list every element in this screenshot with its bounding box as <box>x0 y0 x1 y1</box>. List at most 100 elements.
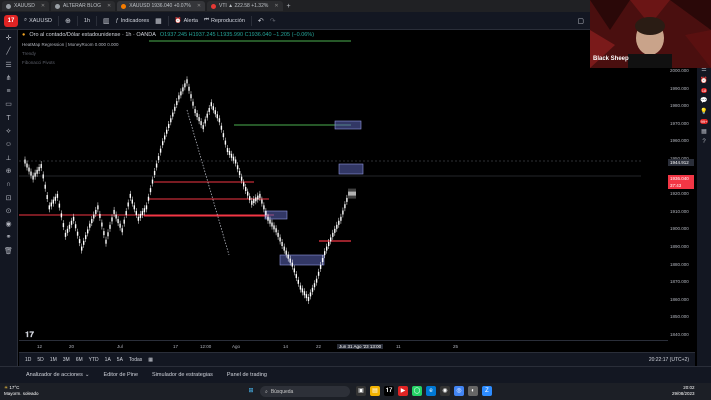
trash-icon[interactable]: 🗑 <box>4 247 13 257</box>
lock-drawings-icon[interactable]: ⊙ <box>6 207 12 217</box>
undo-icon[interactable]: ↶ <box>258 17 264 25</box>
candle-body <box>107 232 109 237</box>
y-tick: 1960.000 <box>670 138 689 144</box>
horizontal-lines-icon[interactable]: ☰ <box>5 61 11 71</box>
close-icon[interactable]: ✕ <box>41 3 45 9</box>
layout-icon[interactable]: ▢ <box>577 17 584 25</box>
ruler-icon[interactable]: ⟂ <box>6 154 11 164</box>
weather-widget[interactable]: ☀ 17°C Mayorm. soleado <box>4 385 39 397</box>
help-icon[interactable]: ? <box>702 139 705 145</box>
notification-badge[interactable]: 18 <box>700 88 708 93</box>
range-5a[interactable]: 5A <box>117 357 123 363</box>
right-sidebar: ☰ ⏰ 18 💬 💡 99+ ▦ ? <box>697 62 711 366</box>
tab-pine-editor[interactable]: Editor de Pine <box>103 372 138 378</box>
candles-icon[interactable]: ▥ <box>103 17 110 25</box>
interval-button[interactable]: 1h <box>84 18 90 24</box>
task-view-icon[interactable]: ▣ <box>356 386 366 396</box>
templates-icon[interactable]: ▦ <box>155 17 162 25</box>
redo-icon[interactable]: ↷ <box>270 17 276 25</box>
fib-icon[interactable]: ≡ <box>6 87 10 97</box>
candle-body <box>162 141 164 146</box>
edge-icon[interactable]: e <box>426 386 436 396</box>
symbol-search-button[interactable]: ⌕ XAUUSD <box>24 17 52 24</box>
range-6m[interactable]: 6M <box>76 357 83 363</box>
divider <box>96 15 98 26</box>
indicator-trendy[interactable]: Trendy <box>22 51 36 56</box>
range-all[interactable]: Todas <box>129 357 142 363</box>
tab-trading-panel[interactable]: Panel de trading <box>227 372 267 378</box>
tab-strategy-tester[interactable]: Simulador de estrategias <box>152 372 213 378</box>
browser-tab-1[interactable]: XAUUSD ✕ <box>2 1 50 11</box>
alerts-icon[interactable]: ⏰ <box>700 77 707 84</box>
tradingview-logo[interactable]: 17 <box>4 14 18 27</box>
range-3m[interactable]: 3M <box>63 357 70 363</box>
emoji-icon[interactable]: ☺ <box>5 140 12 150</box>
replay-button[interactable]: ⏮ Reproducción <box>204 17 245 24</box>
candle-body <box>338 220 340 225</box>
calendar-icon[interactable]: ▦ <box>701 128 707 135</box>
range-1m[interactable]: 1M <box>50 357 57 363</box>
candle-body <box>259 193 261 198</box>
whatsapp-icon[interactable]: ◯ <box>412 386 422 396</box>
y-tick: 1970.000 <box>670 120 689 126</box>
calendar-range-icon[interactable]: ▦ <box>148 357 153 363</box>
system-clock[interactable]: 20:02 29/08/2023 <box>672 385 695 397</box>
text-icon[interactable]: T <box>6 114 10 124</box>
indicators-button[interactable]: ƒ Indicadores <box>116 18 150 24</box>
candle-body <box>174 106 176 111</box>
candle-body <box>317 271 320 276</box>
chat-icon[interactable]: 💬 <box>700 97 707 104</box>
range-1d[interactable]: 1D <box>25 357 31 363</box>
streamer-name: Black Sheep <box>593 56 629 62</box>
price-chart[interactable] <box>19 30 641 340</box>
chart-pane[interactable]: 𝟏𝟕 <box>19 30 641 352</box>
eye-icon[interactable]: ◉ <box>5 220 11 230</box>
candle-body <box>155 163 158 168</box>
range-5d[interactable]: 5D <box>37 357 43 363</box>
magnet-icon[interactable]: ∩ <box>6 180 11 190</box>
range-1a[interactable]: 1A <box>105 357 111 363</box>
browser-tab-3[interactable]: XAUUSD 1936.040 +0.07% ✕ <box>117 1 206 11</box>
link-icon[interactable]: ⚭ <box>6 233 12 243</box>
trendline-icon[interactable]: ╱ <box>6 47 10 57</box>
windows-start-icon[interactable]: ⊞ <box>246 386 256 396</box>
close-icon[interactable]: ✕ <box>274 3 278 9</box>
pattern-icon[interactable]: ⟡ <box>6 127 11 137</box>
tradingview-app-icon[interactable]: 𝟏𝟕 <box>384 386 394 396</box>
indicator-heatmap[interactable]: HeatMap Regression | MoneyRoom 0.000 0.0… <box>22 42 118 47</box>
crosshair-icon[interactable]: ✛ <box>6 34 12 44</box>
media-icon[interactable]: ◐ <box>468 386 478 396</box>
chrome-icon[interactable]: ◎ <box>454 386 464 396</box>
browser-tab-2[interactable]: ALTERAR BLOG ✕ <box>51 1 116 11</box>
browser-tab-4[interactable]: VTI ▲ 222.58 +1.32% ✕ <box>207 1 283 11</box>
ideas-icon[interactable]: 💡 <box>700 108 707 115</box>
zoom-icon[interactable]: ⊕ <box>6 167 12 177</box>
candle-body <box>311 287 314 292</box>
alert-button[interactable]: ⏰ Alerta <box>175 18 198 24</box>
tab-stock-screener[interactable]: Analizador de acciones <box>26 372 83 378</box>
obs-icon[interactable]: ◉ <box>440 386 450 396</box>
price-axis[interactable]: 2000.000 1990.000 1980.000 1970.000 1960.000… <box>668 62 694 352</box>
close-icon[interactable]: ✕ <box>197 3 201 9</box>
candle-body <box>87 229 89 234</box>
file-explorer-icon[interactable]: ▤ <box>370 386 380 396</box>
rectangle-icon[interactable]: ▭ <box>5 100 12 110</box>
indicator-fib-pivots[interactable]: Fibonacci Pivots <box>22 60 55 65</box>
time-axis[interactable]: 12 20 Jul 17 12:00 Ago 14 22 Jun 31 Ago … <box>19 340 668 352</box>
news-badge[interactable]: 99+ <box>699 119 709 124</box>
range-ytd[interactable]: YTD <box>89 357 99 363</box>
add-symbol-icon[interactable]: ⊕ <box>65 17 71 25</box>
close-icon[interactable]: ✕ <box>107 3 111 9</box>
price-series <box>24 76 356 304</box>
zoom-app-icon[interactable]: Z <box>482 386 492 396</box>
candle-body <box>125 211 127 216</box>
youtube-icon[interactable]: ▶ <box>398 386 408 396</box>
pitchfork-icon[interactable]: ⋔ <box>6 74 12 84</box>
lock-icon[interactable]: ⊡ <box>6 194 12 204</box>
chevron-down-icon[interactable]: ⌄ <box>85 372 90 378</box>
new-tab-icon[interactable]: + <box>287 3 291 10</box>
candle-body <box>135 211 137 216</box>
taskbar-search[interactable]: ⌕ Búsqueda <box>260 386 350 397</box>
chart-clock[interactable]: 20:22:17 (UTC+2) <box>649 357 689 363</box>
candle-body <box>230 153 233 158</box>
